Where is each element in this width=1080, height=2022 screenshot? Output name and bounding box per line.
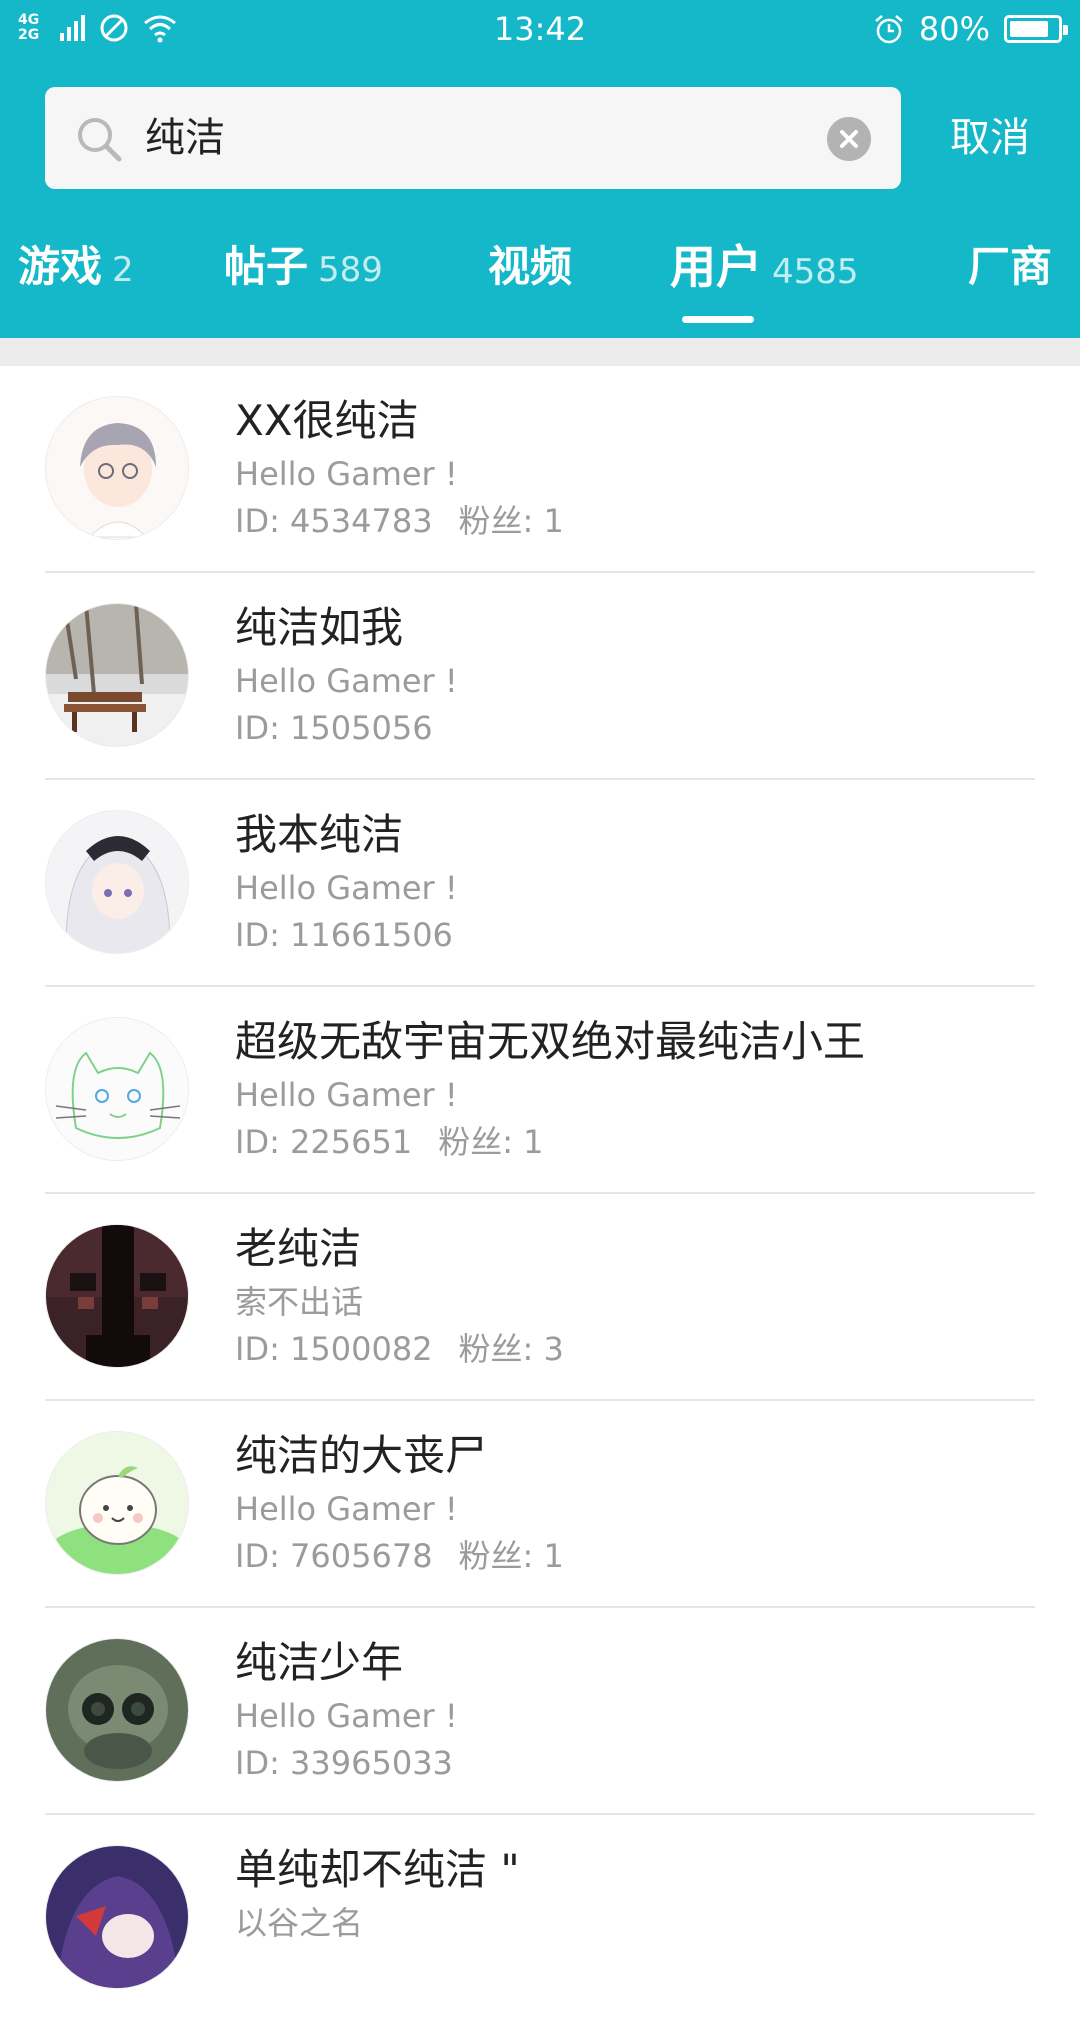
user-name: 老纯洁 (235, 1224, 362, 1273)
tab-label: 视频 (488, 242, 573, 291)
user-list: XX很纯洁 Hello Gamer ! ID: 4534783 粉丝: 1 纯洁如… (0, 366, 1080, 2022)
battery-icon (1004, 15, 1068, 43)
user-id: ID: 225651 (235, 1123, 413, 1161)
clear-icon[interactable] (827, 117, 871, 161)
user-name: 超级无敌宇宙无双绝对最纯洁小王 (235, 1017, 866, 1066)
list-item[interactable]: 单纯却不纯洁 " 以谷之名 (0, 1815, 1080, 2022)
list-item[interactable]: 纯洁少年 Hello Gamer ! ID: 33965033 (0, 1608, 1080, 1815)
search-bar[interactable]: 纯洁 (45, 87, 901, 189)
list-item[interactable]: 我本纯洁 Hello Gamer ! ID: 11661506 (0, 780, 1080, 987)
tab-posts[interactable]: 帖子 589 (224, 232, 383, 302)
user-meta (235, 1950, 261, 1990)
user-id: ID: 11661506 (235, 916, 453, 954)
user-meta: ID: 225651 粉丝: 1 (235, 1122, 544, 1162)
user-meta: ID: 33965033 (235, 1743, 479, 1783)
user-fans: 粉丝: 1 (438, 1123, 544, 1161)
tab-label: 用户 (670, 240, 762, 294)
alarm-icon (875, 15, 903, 44)
list-item[interactable]: 老纯洁 索不出话 ID: 1500082 粉丝: 3 (0, 1194, 1080, 1401)
user-name: 纯洁如我 (235, 603, 404, 652)
avatar[interactable] (45, 1224, 189, 1368)
tab-label: 游戏 (18, 242, 103, 291)
tab-count: 2 (112, 250, 134, 290)
user-id: ID: 7605678 (235, 1537, 433, 1575)
user-meta: ID: 1505056 (235, 708, 459, 748)
user-bio: 以谷之名 (235, 1904, 364, 1942)
list-item[interactable]: 纯洁如我 Hello Gamer ! ID: 1505056 (0, 573, 1080, 780)
avatar[interactable] (45, 810, 189, 954)
status-right: 80% (873, 10, 1068, 48)
search-icon (78, 118, 122, 162)
user-bio: Hello Gamer ! (235, 662, 458, 700)
section-gap (0, 338, 1080, 366)
tab-users[interactable]: 用户 4585 (670, 232, 859, 302)
user-bio: Hello Gamer ! (235, 455, 458, 493)
tab-videos[interactable]: 视频 (488, 232, 572, 302)
avatar[interactable] (45, 1845, 189, 1989)
tab-count: 4585 (772, 252, 859, 292)
list-item[interactable]: XX很纯洁 Hello Gamer ! ID: 4534783 粉丝: 1 (0, 366, 1080, 573)
tab-vendors[interactable]: 厂商 (968, 232, 1052, 302)
user-fans: 粉丝: 1 (458, 502, 564, 540)
user-name: 纯洁的大丧尸 (235, 1431, 488, 1480)
battery-percent: 80% (918, 10, 990, 48)
user-id: ID: 1505056 (235, 709, 433, 747)
avatar[interactable] (45, 603, 189, 747)
user-name: 我本纯洁 (235, 810, 404, 859)
user-bio: Hello Gamer ! (235, 1490, 458, 1528)
list-item[interactable]: 纯洁的大丧尸 Hello Gamer ! ID: 7605678 粉丝: 1 (0, 1401, 1080, 1608)
user-id: ID: 1500082 (235, 1330, 433, 1368)
user-meta: ID: 4534783 粉丝: 1 (235, 501, 564, 541)
user-meta: ID: 7605678 粉丝: 1 (235, 1536, 564, 1576)
active-tab-indicator (682, 316, 754, 323)
tab-games[interactable]: 游戏 2 (18, 232, 134, 302)
user-name: XX很纯洁 (235, 396, 419, 445)
category-tabs: 游戏 2 帖子 589 视频 用户 4585 厂商 (0, 232, 1080, 332)
user-fans: 粉丝: 1 (458, 1537, 564, 1575)
avatar[interactable] (45, 1431, 189, 1575)
user-id: ID: 33965033 (235, 1744, 453, 1782)
user-meta: ID: 1500082 粉丝: 3 (235, 1329, 564, 1369)
tab-label: 厂商 (968, 242, 1053, 291)
user-bio: Hello Gamer ! (235, 1697, 458, 1735)
user-bio: Hello Gamer ! (235, 1076, 458, 1114)
search-input[interactable]: 纯洁 (145, 87, 225, 189)
user-name: 单纯却不纯洁 " (235, 1845, 520, 1894)
user-meta: ID: 11661506 (235, 915, 479, 955)
status-bar: 4G 2G 13:42 80% (0, 0, 1080, 56)
user-name: 纯洁少年 (235, 1638, 404, 1687)
tab-label: 帖子 (224, 242, 309, 291)
app-header: 4G 2G 13:42 80% 纯洁 取消 游戏 2 帖子 589 视频 用户 … (0, 0, 1080, 338)
user-fans: 粉丝: 3 (458, 1330, 564, 1368)
user-bio: Hello Gamer ! (235, 869, 458, 907)
cancel-button[interactable]: 取消 (950, 87, 1030, 189)
list-item[interactable]: 超级无敌宇宙无双绝对最纯洁小王 Hello Gamer ! ID: 225651… (0, 987, 1080, 1194)
avatar[interactable] (45, 1017, 189, 1161)
user-bio: 索不出话 (235, 1283, 364, 1321)
avatar[interactable] (45, 396, 189, 540)
user-id: ID: 4534783 (235, 502, 433, 540)
tab-count: 589 (318, 250, 383, 290)
avatar[interactable] (45, 1638, 189, 1782)
